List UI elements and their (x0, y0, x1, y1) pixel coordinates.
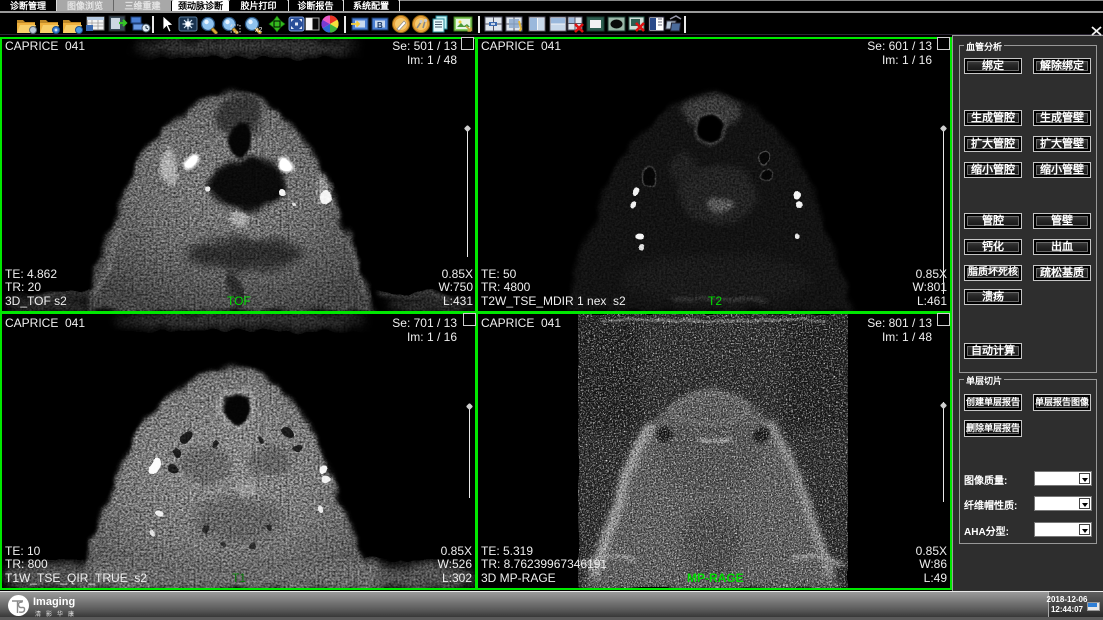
svg-text:B: B (377, 21, 383, 30)
svg-text:x2: x2 (255, 27, 263, 34)
